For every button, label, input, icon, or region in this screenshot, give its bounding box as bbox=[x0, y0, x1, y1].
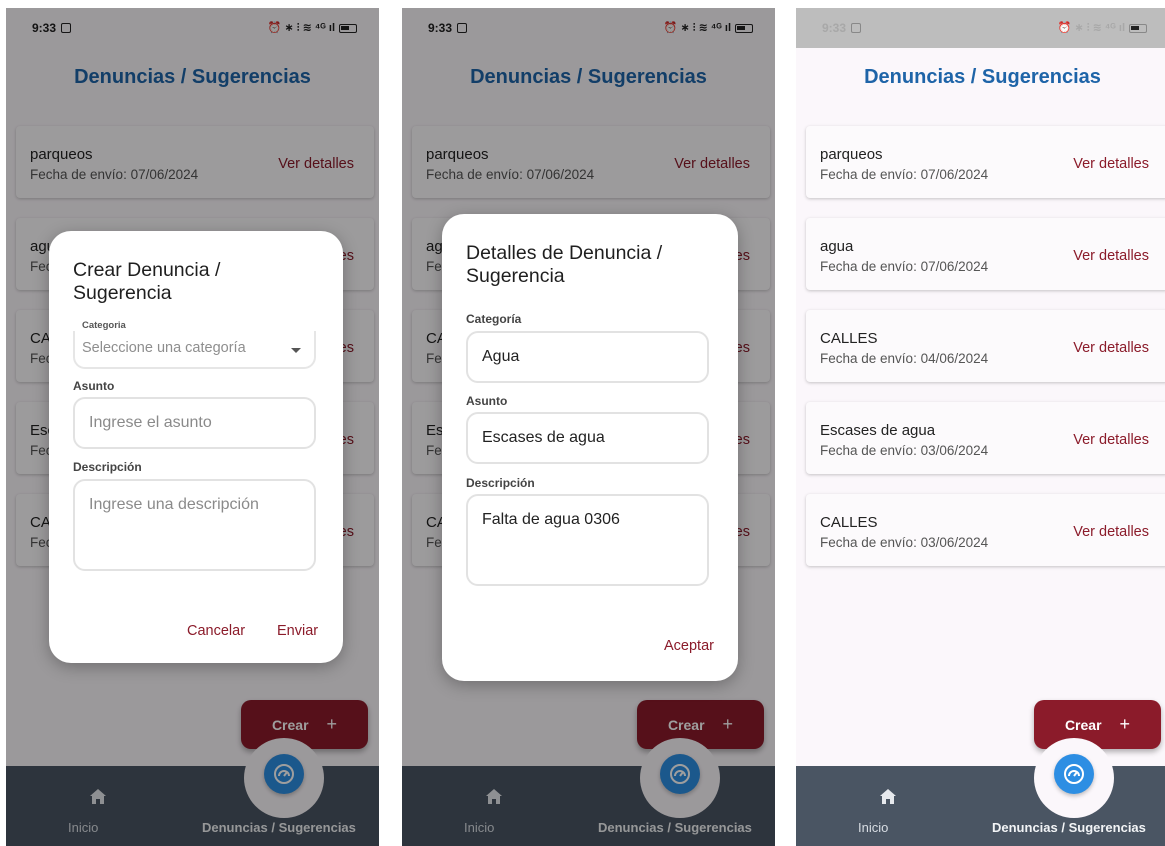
item-date: Fecha de envío: 03/06/2024 bbox=[820, 443, 989, 458]
nav-complaints-label[interactable]: Denuncias / Sugerencias bbox=[992, 820, 1146, 835]
category-field: Agua bbox=[466, 331, 709, 383]
item-title: Escases de agua bbox=[820, 422, 936, 439]
dialog-title: Detalles de Denuncia / Sugerencia bbox=[466, 242, 663, 287]
create-dialog: Crear Denuncia / Sugerencia Categoria Se… bbox=[49, 231, 343, 663]
list-item: CALLES Fecha de envío: 04/06/2024 Ver deta… bbox=[806, 310, 1165, 382]
create-button[interactable]: Crear + bbox=[1034, 700, 1161, 749]
subject-field: Escases de agua bbox=[466, 412, 709, 464]
battery-icon bbox=[1129, 23, 1147, 33]
description-field: Falta de agua 0306 bbox=[466, 494, 709, 586]
accept-button[interactable]: Aceptar bbox=[664, 638, 714, 654]
category-label: Categoría bbox=[466, 312, 522, 326]
bottom-nav: Inicio Denuncias / Sugerencias bbox=[796, 738, 1165, 846]
category-label: Categoria bbox=[82, 320, 126, 331]
item-date: Fecha de envío: 07/06/2024 bbox=[820, 259, 989, 274]
create-label: Crear bbox=[1064, 716, 1102, 733]
description-input[interactable]: Ingrese una descripción bbox=[73, 479, 316, 571]
subject-value: Escases de agua bbox=[482, 429, 605, 446]
send-button[interactable]: Enviar bbox=[277, 623, 318, 639]
view-details-link[interactable]: Ver detalles bbox=[1073, 340, 1149, 356]
item-title: CALLES bbox=[820, 330, 878, 347]
cancel-button[interactable]: Cancelar bbox=[187, 623, 245, 639]
item-title: agua bbox=[820, 238, 854, 255]
complaint-list: parqueos Fecha de envío: 07/06/2024 Ver de… bbox=[806, 126, 1165, 586]
description-label: Descripción bbox=[466, 476, 535, 490]
subject-label: Asunto bbox=[466, 394, 508, 408]
item-title: parqueos bbox=[820, 146, 883, 163]
list-item: parqueos Fecha de envío: 07/06/2024 Ver de… bbox=[806, 126, 1165, 198]
status-bar: 9:33 ⏰ ∗ ⫶ ≋ ⁴ᴳ ıl bbox=[796, 8, 1165, 48]
list-item: agua Fecha de envío: 07/06/2024 Ver detall… bbox=[806, 218, 1165, 290]
item-date: Fecha de envío: 07/06/2024 bbox=[820, 167, 989, 182]
view-details-link[interactable]: Ver detalles bbox=[1073, 248, 1149, 264]
item-title: CALLES bbox=[820, 514, 878, 531]
nav-home-label[interactable]: Inicio bbox=[858, 820, 888, 835]
view-details-link[interactable]: Ver detalles bbox=[1073, 524, 1149, 540]
description-label: Descripción bbox=[73, 460, 142, 474]
phone-screen-details: 9:33 ⏰ ∗ ⫶ ≋ ⁴ᴳ ıl Denuncias / Sugerenci… bbox=[402, 8, 775, 846]
subject-label: Asunto bbox=[73, 379, 115, 393]
category-value: Agua bbox=[482, 348, 520, 365]
nav-center-button[interactable] bbox=[1054, 754, 1094, 794]
list-item: Escases de agua Fecha de envío: 03/06/202… bbox=[806, 402, 1165, 474]
item-date: Fecha de envío: 03/06/2024 bbox=[820, 535, 989, 550]
description-value: Falta de agua 0306 bbox=[482, 511, 620, 528]
list-item: CALLES Fecha de envío: 03/06/2024 Ver deta… bbox=[806, 494, 1165, 566]
phone-screen-list: 9:33 ⏰ ∗ ⫶ ≋ ⁴ᴳ ıl Denuncias / Sugerenci… bbox=[796, 8, 1165, 846]
chevron-down-icon bbox=[291, 348, 301, 353]
item-date: Fecha de envío: 04/06/2024 bbox=[820, 351, 989, 366]
nfc-icon bbox=[851, 23, 862, 33]
dialog-title: Crear Denuncia / Sugerencia bbox=[73, 259, 221, 304]
status-time: 9:33 bbox=[822, 21, 847, 35]
category-placeholder: Seleccione una categoría bbox=[82, 340, 246, 356]
home-icon[interactable] bbox=[879, 788, 897, 806]
subject-placeholder: Ingrese el asunto bbox=[89, 414, 212, 431]
page-title: Denuncias / Sugerencias bbox=[864, 66, 1101, 88]
subject-input[interactable]: Ingrese el asunto bbox=[73, 397, 316, 449]
details-dialog: Detalles de Denuncia / Sugerencia Catego… bbox=[442, 214, 738, 681]
view-details-link[interactable]: Ver detalles bbox=[1073, 156, 1149, 172]
phone-screen-create: 9:33 ⏰ ∗ ⫶ ≋ ⁴ᴳ ıl Denuncias / Sugerenci… bbox=[6, 8, 379, 846]
view-details-link[interactable]: Ver detalles bbox=[1073, 432, 1149, 448]
plus-icon: + bbox=[1119, 714, 1131, 734]
gauge-icon bbox=[1064, 764, 1084, 784]
description-placeholder: Ingrese una descripción bbox=[89, 496, 259, 513]
status-icons: ⏰ ∗ ⫶ ≋ ⁴ᴳ ıl bbox=[1057, 22, 1125, 34]
